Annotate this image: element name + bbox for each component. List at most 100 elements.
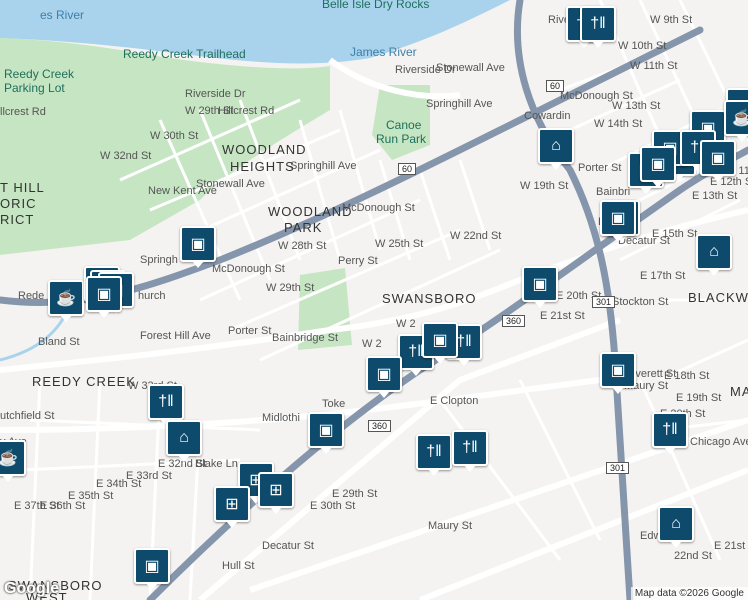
- street-label: llcrest Rd: [0, 106, 46, 118]
- shopping-cart-marker[interactable]: ⊞: [214, 486, 250, 528]
- grocery-marker[interactable]: ▣: [640, 146, 676, 188]
- street-label: Bainbridge St: [272, 332, 339, 344]
- grocery-marker[interactable]: ▣: [86, 276, 122, 318]
- grocery-marker[interactable]: ▣: [422, 322, 458, 364]
- street-label: W 30th St: [150, 130, 199, 142]
- neighborhood-forest-hill: ORIC: [0, 196, 37, 211]
- coffee-icon: ☕: [56, 290, 76, 307]
- school-marker[interactable]: ⌂: [696, 234, 732, 276]
- street-label: McDonough St: [560, 90, 633, 102]
- street-label: 22nd St: [674, 550, 712, 562]
- poi-belle-isle[interactable]: Belle Isle Dry Rocks: [322, 0, 429, 11]
- coffee-marker[interactable]: ☕: [724, 100, 748, 142]
- poi-church[interactable]: hurch: [138, 290, 166, 302]
- street-label: W 32nd St: [100, 150, 152, 162]
- restaurant-marker[interactable]: †‖: [652, 412, 688, 454]
- grocery-marker[interactable]: ▣: [600, 200, 636, 242]
- street-label: W 14th St: [594, 118, 643, 130]
- neighborhood-swansboro: SWANSBORO: [382, 291, 477, 306]
- route-301-shield: 301: [606, 462, 630, 474]
- street-label: W 22nd St: [450, 230, 502, 242]
- restaurant-marker[interactable]: †‖: [416, 434, 452, 476]
- restaurant-icon: †‖: [590, 15, 606, 32]
- street-label: Stockton St: [612, 296, 669, 308]
- poi-reedy-creek-parking[interactable]: Parking Lot: [4, 81, 65, 95]
- coffee-marker[interactable]: ☕: [0, 440, 26, 482]
- street-label: Midlothi: [262, 412, 300, 424]
- neighborhood-woodland-heights: HEIGHTS: [230, 159, 295, 174]
- poi-reedy-creek-parking[interactable]: Reedy Creek: [4, 67, 74, 81]
- route-301-shield: 301: [592, 296, 616, 308]
- street-label: Perry St: [338, 255, 378, 267]
- street-label: E 30th St: [310, 500, 356, 512]
- street-label: McDonough St: [342, 202, 415, 214]
- street-label: Maury St: [428, 520, 473, 532]
- street-label: W 19th St: [520, 180, 569, 192]
- coffee-icon: ☕: [0, 450, 18, 467]
- street-label: W 10th St: [618, 40, 667, 52]
- street-label: Cowardin: [524, 110, 571, 122]
- poi-reedy-creek-trailhead[interactable]: Reedy Creek Trailhead: [123, 47, 246, 61]
- neighborhood-reedy-creek: REEDY CREEK: [32, 374, 136, 389]
- coffee-marker[interactable]: ☕: [48, 280, 84, 322]
- street-label: McDonough St: [212, 263, 285, 275]
- street-label: Stonewall Ave: [196, 178, 265, 190]
- grocery-marker[interactable]: ▣: [134, 548, 170, 590]
- street-label: Porter St: [228, 325, 272, 337]
- poi-canoe-run-park[interactable]: Canoe: [386, 118, 421, 132]
- street-label: E Clopton: [430, 395, 479, 407]
- restaurant-icon: †‖: [662, 421, 678, 438]
- poi-church[interactable]: Rede: [18, 290, 44, 302]
- neighborhood-blackwell: BLACKWE: [688, 290, 748, 305]
- grocery-marker[interactable]: ▣: [180, 226, 216, 268]
- street-label: Stonewall Ave: [436, 62, 505, 74]
- street-label: Decatur St: [262, 540, 314, 552]
- school-marker[interactable]: ⌂: [166, 420, 202, 462]
- street-label: E 33rd St: [126, 470, 172, 482]
- school-marker[interactable]: ⌂: [658, 506, 694, 548]
- street-label: W 29th St: [266, 282, 315, 294]
- shopping-cart-icon: ⊞: [269, 482, 283, 499]
- water-river-nw: es River: [40, 8, 85, 22]
- google-logo[interactable]: Google: [4, 580, 59, 598]
- school-icon: ⌂: [709, 243, 719, 260]
- restaurant-marker[interactable]: †‖: [580, 6, 616, 48]
- grocery-icon: ▣: [432, 332, 448, 349]
- neighborhood-forest-hill: T HILL: [0, 180, 45, 195]
- street-label: W 28th St: [278, 240, 327, 252]
- map-attribution[interactable]: Map data ©2026 Google: [630, 587, 748, 600]
- map-canvas[interactable]: WOODLAND HEIGHTS WOODLAND PARK SWANSBORO…: [0, 0, 748, 600]
- street-label: W 25th St: [375, 238, 424, 250]
- street-label: Springhill Ave: [426, 98, 493, 110]
- street-label: E 17th St: [640, 270, 686, 282]
- street-label: W 11th St: [630, 60, 678, 72]
- restaurant-marker[interactable]: †‖: [148, 384, 184, 426]
- restaurant-marker[interactable]: †‖: [452, 430, 488, 472]
- street-label: Porter St: [578, 162, 622, 174]
- neighborhood-ma: MA: [730, 384, 748, 399]
- school-marker[interactable]: ⌂: [538, 128, 574, 170]
- grocery-icon: ▣: [610, 210, 626, 227]
- street-label: Toke: [322, 398, 346, 410]
- street-label: Blake Ln: [195, 458, 238, 470]
- grocery-marker[interactable]: ▣: [522, 266, 558, 308]
- shopping-cart-marker[interactable]: ⊞: [258, 472, 294, 514]
- neighborhood-forest-hill: RICT: [0, 212, 35, 227]
- grocery-marker[interactable]: ▣: [700, 140, 736, 182]
- street-label: E 13th St: [692, 190, 738, 202]
- street-label: Hull St: [222, 560, 255, 572]
- grocery-marker[interactable]: ▣: [308, 412, 344, 454]
- grocery-icon: ▣: [710, 150, 726, 167]
- street-label: utchfield St: [0, 410, 55, 422]
- neighborhood-woodland-park: WOODLAND: [268, 204, 353, 219]
- grocery-marker[interactable]: ▣: [366, 356, 402, 398]
- poi-canoe-run-park[interactable]: Run Park: [376, 132, 426, 146]
- neighborhood-woodland-heights: WOODLAND: [222, 142, 307, 157]
- route-360-shield: 360: [368, 420, 392, 432]
- street-label: W 2: [362, 338, 382, 350]
- street-label: W 9th St: [650, 14, 693, 26]
- water-james-river: James River: [350, 45, 417, 59]
- grocery-marker[interactable]: ▣: [600, 352, 636, 394]
- street-label: E 29th St: [332, 488, 378, 500]
- neighborhood-woodland-park: PARK: [284, 220, 323, 235]
